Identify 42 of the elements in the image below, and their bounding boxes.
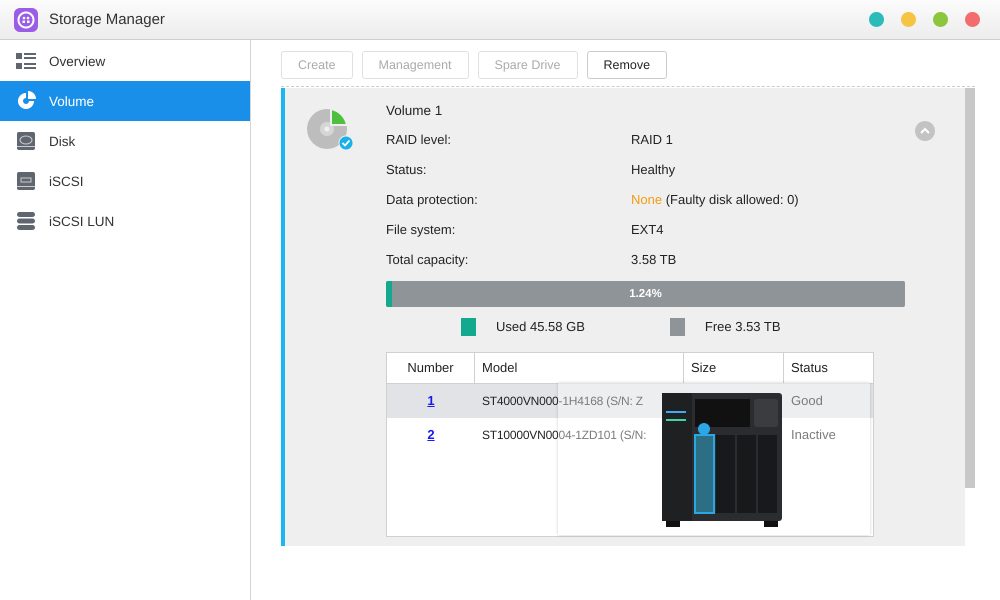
disk-number-link[interactable]: 2 <box>427 427 435 442</box>
sidebar-item[interactable]: Overview <box>0 41 250 81</box>
field-value: EXT4 <box>631 222 664 237</box>
sidebar-item[interactable]: Disk <box>0 121 250 161</box>
sidebar-item[interactable]: iSCSI <box>0 161 250 201</box>
app-icon <box>14 8 38 32</box>
table-cell-text: Good <box>790 393 824 408</box>
column-header[interactable]: Status <box>784 352 873 383</box>
legend-label: Free 3.53 TB <box>704 319 781 334</box>
table-cell-text: Inactive <box>790 427 837 442</box>
list-icon <box>16 51 36 71</box>
collapse-button[interactable] <box>915 121 935 141</box>
field-label: RAID level: <box>386 132 452 148</box>
legend-label: Used 45.58 GB <box>496 319 585 334</box>
drive-icon <box>16 171 36 191</box>
sidebar-item[interactable]: iSCSI LUN <box>0 201 250 241</box>
database-icon <box>16 211 36 231</box>
toolbar-button[interactable]: Remove <box>586 51 668 79</box>
field-value: None (Faulty disk allowed: 0) <box>631 192 799 207</box>
column-header[interactable]: Number <box>387 352 475 383</box>
table-cell-text: ST10000VN0004-1ZD101 (S/N: <box>481 428 648 442</box>
disk-number-link[interactable]: 1 <box>427 393 435 408</box>
volume-icon <box>16 91 36 111</box>
window-control-button[interactable] <box>933 12 948 27</box>
window-title: Storage Manager <box>49 11 165 28</box>
field-label: Status: <box>386 162 428 178</box>
column-header[interactable]: Size <box>684 352 784 383</box>
field-label: File system: <box>386 222 456 237</box>
scrollbar[interactable] <box>965 88 975 488</box>
field-value: 3.58 TB <box>631 252 676 267</box>
volume-title: Volume 1 <box>386 103 444 120</box>
field-label: Data protection: <box>386 192 479 207</box>
window-control-button[interactable] <box>869 12 884 27</box>
window-control-button[interactable] <box>965 12 980 27</box>
window-control-button[interactable] <box>901 12 916 27</box>
field-value: Healthy <box>631 162 676 178</box>
field-label: Total capacity: <box>386 252 470 267</box>
field-value: RAID 1 <box>631 132 673 148</box>
table-cell-text: ST4000VN000-1H4168 (S/N: Z <box>481 394 644 408</box>
column-header[interactable]: Model <box>475 352 684 383</box>
usage-percent: 1.24% <box>629 288 662 300</box>
table-row[interactable]: 2 ST10000VN0004-1ZD101 (S/N: Inactive <box>387 418 873 452</box>
